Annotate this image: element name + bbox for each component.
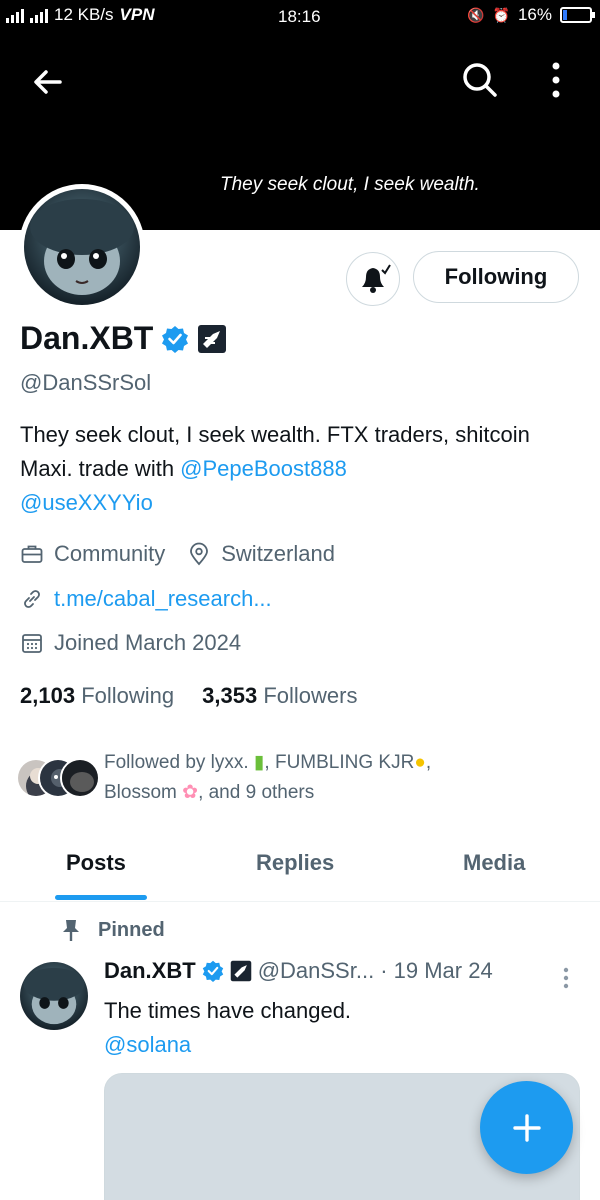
post-more-button[interactable]	[556, 966, 576, 990]
following-count: 2,103	[20, 683, 76, 708]
post-author-handle: @DanSSr...	[257, 958, 375, 983]
active-tab-indicator	[55, 895, 147, 900]
display-name: Dan.XBT	[20, 320, 154, 356]
smile-tear-emoji: ●	[414, 752, 426, 773]
followed-by-text: Followed by lyxx. ▮, FUMBLING KJR●, Blos…	[104, 752, 432, 803]
more-options-button[interactable]	[540, 58, 572, 102]
vertical-dots-icon	[552, 62, 560, 98]
name-row: Dan.XBT	[20, 320, 227, 357]
profile-category: Community	[54, 541, 166, 566]
mute-icon: 🔇	[467, 6, 485, 23]
clock: 18:16	[278, 7, 321, 26]
profile-website-link[interactable]: t.me/cabal_research...	[54, 586, 272, 612]
post-mention-solana[interactable]: @solana	[104, 1032, 191, 1057]
profile-joined-date: Joined March 2024	[54, 630, 242, 655]
profile-tabs: Posts Replies Media	[0, 840, 600, 902]
bio-mention-usexxyyio[interactable]: @useXXYYio	[20, 490, 153, 515]
battery-icon	[560, 7, 595, 23]
follow-counts: 2,103 Following 3,353 Followers	[20, 683, 357, 709]
search-icon	[463, 63, 497, 97]
status-bar: 12 KB/s VPN 18:16 🔇 ⏰ 16%	[0, 0, 600, 34]
location-pin-icon	[190, 542, 209, 566]
avatar-image	[20, 962, 88, 1030]
tab-replies[interactable]: Replies	[256, 850, 334, 876]
following-count-link[interactable]: 2,103 Following	[20, 683, 174, 709]
compose-post-button[interactable]	[480, 1081, 573, 1174]
net-speed: 12 KB/s	[54, 5, 114, 24]
briefcase-icon	[21, 545, 43, 563]
tab-media[interactable]: Media	[463, 850, 525, 876]
meta-row-category-location: Community Switzerland	[20, 541, 335, 567]
affiliate-badge-icon	[230, 960, 251, 982]
followed-by-suffix: , and 9 others	[198, 782, 315, 803]
calendar-icon	[22, 634, 42, 653]
profile-bio: They seek clout, I seek wealth. FTX trad…	[20, 418, 580, 520]
bio-mention-pepeboost[interactable]: @PepeBoost888	[180, 456, 347, 481]
notifications-bell-button[interactable]	[346, 252, 400, 306]
post-body: The times have changed. @solana	[104, 994, 351, 1062]
tab-posts[interactable]: Posts	[66, 850, 126, 876]
arrow-left-icon	[34, 70, 62, 94]
followers-count-link[interactable]: 3,353 Followers	[202, 683, 357, 709]
signal-3g-icon	[30, 7, 48, 23]
affiliate-badge-icon[interactable]	[197, 324, 227, 354]
meta-row-joined: Joined March 2024	[20, 630, 241, 656]
pin-icon	[63, 920, 79, 941]
vpn-label: VPN	[119, 5, 155, 24]
juice-box-emoji: ▮	[253, 752, 265, 773]
post-author-name[interactable]: Dan.XBT	[104, 958, 196, 984]
profile-avatar[interactable]	[19, 184, 145, 310]
followed-by-prefix: Followed by lyxx.	[104, 752, 254, 773]
followed-by-name3: Blossom	[104, 782, 183, 803]
avatar-image	[24, 189, 140, 305]
search-button[interactable]	[458, 58, 502, 102]
followers-count: 3,353	[202, 683, 258, 708]
following-button[interactable]: Following	[413, 251, 579, 303]
profile-location: Switzerland	[221, 541, 335, 566]
meta-row-website: t.me/cabal_research...	[20, 586, 272, 612]
pinned-label-row: Pinned	[60, 918, 165, 942]
verified-badge-icon[interactable]	[161, 325, 189, 353]
vertical-dots-icon	[563, 967, 569, 989]
followers-count-label: Followers	[263, 683, 358, 708]
verified-badge-icon	[202, 960, 223, 982]
post-date: · 19 Mar 24	[380, 958, 493, 983]
signal-4g-icon	[6, 7, 24, 23]
alarm-icon: ⏰	[492, 6, 510, 23]
followed-by-name2: , FUMBLING KJR	[264, 752, 415, 773]
link-icon	[24, 590, 40, 608]
pinned-label: Pinned	[98, 918, 165, 941]
post-header: Dan.XBT @DanSSr... · 19 Mar 24	[104, 958, 493, 984]
plus-icon	[512, 1113, 541, 1142]
post-author-avatar[interactable]	[20, 962, 88, 1030]
profile-handle: @DanSSrSol	[20, 370, 152, 395]
battery-percent: 16%	[517, 5, 552, 24]
bell-check-icon	[362, 264, 391, 293]
cherry-blossom-emoji: ✿	[182, 782, 199, 803]
follower-avatar	[60, 758, 100, 798]
back-button[interactable]	[28, 62, 68, 102]
banner-caption: They seek clout, I seek wealth.	[220, 174, 480, 195]
post-text: The times have changed.	[104, 998, 352, 1023]
following-count-label: Following	[81, 683, 175, 708]
